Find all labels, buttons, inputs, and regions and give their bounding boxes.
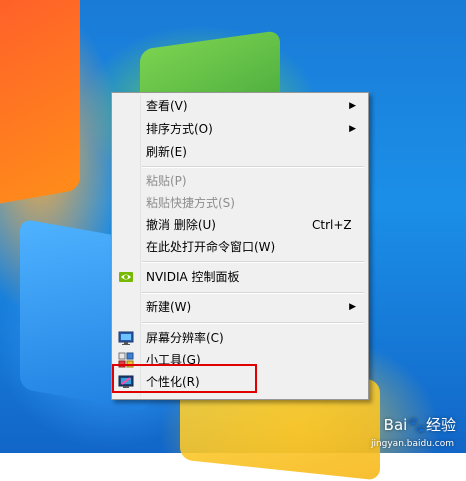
nvidia-icon (118, 269, 134, 285)
menu-item-refresh[interactable]: 刷新(E) (114, 141, 366, 163)
menu-item-label: 屏幕分辨率(C) (146, 331, 224, 345)
submenu-arrow-icon: ▶ (349, 124, 356, 134)
menu-item-label: 查看(V) (146, 99, 188, 113)
menu-item-label: 在此处打开命令窗口(W) (146, 240, 276, 254)
menu-item-undo-delete[interactable]: 撤消 删除(U) Ctrl+Z (114, 214, 366, 236)
menu-item-label: 刷新(E) (146, 145, 187, 159)
menu-item-label: 粘贴(P) (146, 174, 187, 188)
menu-item-new[interactable]: 新建(W) ▶ (114, 296, 366, 318)
menu-item-label: 粘贴快捷方式(S) (146, 196, 235, 210)
menu-item-screen-resolution[interactable]: 屏幕分辨率(C) (114, 327, 366, 349)
menu-item-nvidia-control-panel[interactable]: NVIDIA 控制面板 (114, 266, 366, 288)
baidu-jingyan-logo: Bai🐾经验 (383, 416, 456, 434)
wallpaper-pane-red (0, 0, 80, 211)
submenu-arrow-icon: ▶ (349, 302, 356, 312)
menu-separator (142, 322, 364, 324)
menu-item-label: 撤消 删除(U) (146, 218, 216, 232)
menu-item-label: NVIDIA 控制面板 (146, 270, 240, 284)
menu-separator (142, 166, 364, 168)
desktop-context-menu: 查看(V) ▶ 排序方式(O) ▶ 刷新(E) 粘贴(P) 粘贴快捷方式(S) … (111, 92, 369, 400)
monitor-icon (118, 330, 134, 346)
annotation-highlight-box (112, 364, 257, 393)
menu-item-view[interactable]: 查看(V) ▶ (114, 95, 366, 117)
submenu-arrow-icon: ▶ (349, 101, 356, 111)
menu-item-label: 新建(W) (146, 300, 192, 314)
menu-item-shortcut: Ctrl+Z (312, 218, 352, 232)
menu-item-sort-by[interactable]: 排序方式(O) ▶ (114, 118, 366, 140)
menu-item-paste-shortcut: 粘贴快捷方式(S) (114, 192, 366, 214)
menu-separator (142, 292, 364, 294)
menu-item-open-command-window[interactable]: 在此处打开命令窗口(W) (114, 236, 366, 258)
menu-item-label: 排序方式(O) (146, 122, 213, 136)
menu-separator (142, 261, 364, 263)
watermark-url: jingyan.baidu.com (370, 439, 454, 449)
menu-item-paste: 粘贴(P) (114, 170, 366, 192)
